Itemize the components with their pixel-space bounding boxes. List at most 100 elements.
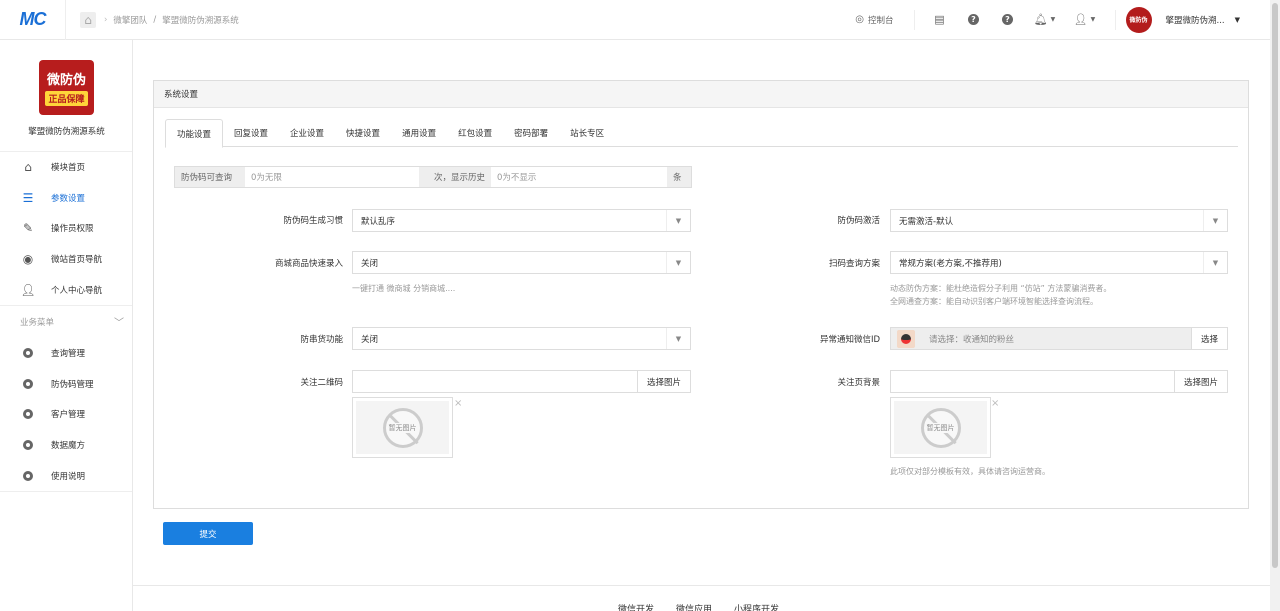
- qrcode-input[interactable]: [353, 371, 637, 392]
- bg-input[interactable]: [891, 371, 1174, 392]
- qrcode-select-image-button[interactable]: 选择图片: [636, 371, 690, 392]
- scan-plan-help-2: 全网通查方案：能自动识别客户端环境智能选择查询流程。: [890, 297, 1098, 306]
- avatar[interactable]: 微防伪: [1125, 6, 1152, 33]
- gear-icon: [21, 469, 35, 483]
- sidebar-item-codes[interactable]: 防伪码管理: [0, 369, 132, 400]
- bg-preview: 暂无图片: [890, 397, 991, 458]
- chevron-down-icon: ﹀: [114, 318, 124, 330]
- gear-icon: [21, 377, 35, 391]
- business-menu-header[interactable]: 业务菜单 ﹀: [0, 304, 132, 338]
- close-icon[interactable]: ×: [454, 398, 462, 409]
- sidebar-item-home[interactable]: ⌂ 模块首页: [0, 152, 132, 183]
- bell-icon[interactable]: 🔔︎ ▼: [1025, 13, 1065, 26]
- bg-label: 关注页背景: [837, 378, 880, 388]
- qrcode-field: 选择图片: [352, 370, 691, 393]
- footer-link-miniprogram[interactable]: 小程序开发: [734, 602, 779, 611]
- gear-icon: [21, 346, 35, 360]
- select-fan-button[interactable]: 选择: [1190, 328, 1227, 349]
- caret-down-icon: ▼: [1203, 210, 1227, 231]
- caret-down-icon[interactable]: ▼: [1235, 16, 1240, 24]
- app-logo[interactable]: MC: [0, 0, 66, 40]
- panel-title: 系统设置: [154, 81, 1248, 108]
- no-image-icon: 暂无图片: [382, 407, 423, 448]
- bg-select-image-button[interactable]: 选择图片: [1173, 371, 1227, 392]
- username[interactable]: 擎盟微防伪溯...: [1166, 14, 1225, 26]
- submit-button[interactable]: 提交: [163, 522, 253, 545]
- notify-openid-field: 请选择：收通知的粉丝 选择: [890, 327, 1228, 350]
- tab-shortcut[interactable]: 快捷设置: [335, 119, 391, 147]
- footer-link-wechat-dev[interactable]: 微信开发: [618, 602, 654, 611]
- no-image-icon: 暂无图片: [920, 407, 961, 448]
- quick-entry-help: 一键打通 微商城 分销商城....: [352, 284, 456, 293]
- query-count-input[interactable]: 0为无限: [245, 167, 419, 187]
- fan-avatar-icon: [897, 329, 915, 348]
- sidebar-menu: ⌂ 模块首页 ☰ 参数设置 ✎ 操作员权限 ◉ 微站首页导航 👤︎ 个人中心导航…: [0, 151, 132, 492]
- sidebar: 微防伪 正品保障 擎盟微防伪溯源系统 ⌂ 模块首页 ☰ 参数设置 ✎ 操作员权限…: [0, 40, 133, 611]
- notify-openid-label: 异常通知微信ID: [819, 335, 880, 345]
- caret-down-icon: ▼: [666, 328, 690, 349]
- close-icon[interactable]: ×: [991, 398, 999, 409]
- list-icon: ☰: [22, 190, 34, 205]
- tab-general[interactable]: 通用设置: [391, 119, 447, 147]
- quick-entry-label: 商城商品快速录入: [274, 259, 343, 269]
- sidebar-item-data-cube[interactable]: 数据魔方: [0, 430, 132, 461]
- brand-logo: 微防伪 正品保障: [39, 60, 94, 115]
- caret-down-icon: ▼: [666, 252, 690, 273]
- quick-entry-select[interactable]: 关闭 ▼: [352, 251, 691, 274]
- breadcrumb-team[interactable]: 微擎团队: [113, 14, 147, 26]
- scan-plan-select[interactable]: 常规方案(老方案,不推荐用) ▼: [890, 251, 1228, 274]
- history-count-input[interactable]: 0为不显示: [491, 167, 667, 187]
- divider: [1114, 9, 1116, 30]
- globe-icon: ◉: [22, 252, 34, 267]
- sidebar-item-query[interactable]: 查询管理: [0, 338, 132, 369]
- console-link[interactable]: ◎ 控制台: [845, 9, 915, 30]
- home-icon: ⌂: [24, 160, 32, 175]
- tab-password[interactable]: 密码部署: [503, 119, 559, 147]
- edit-icon: ✎: [22, 221, 34, 236]
- help-icon[interactable]: ?: [957, 14, 991, 25]
- sidebar-item-manual[interactable]: 使用说明: [0, 460, 132, 491]
- qrcode-preview: 暂无图片: [352, 397, 453, 458]
- bg-help: 此项仅对部分模板有效，具体请咨询运营商。: [890, 467, 1050, 476]
- sidebar-item-site-nav[interactable]: ◉ 微站首页导航: [0, 244, 132, 275]
- question-icon[interactable]: ?: [991, 14, 1025, 25]
- scroll-thumb[interactable]: [1272, 3, 1278, 568]
- footer: 微信开发 微信应用 小程序开发: [133, 585, 1270, 611]
- notify-openid-input[interactable]: 请选择：收通知的粉丝: [929, 333, 1014, 345]
- qrcode-label: 关注二维码: [300, 378, 343, 388]
- sidebar-item-user-nav[interactable]: 👤︎ 个人中心导航: [0, 274, 132, 305]
- scan-plan-help-1: 动态防伪方案：能杜绝造假分子利用 “仿站” 方法蒙骗消费者。: [890, 284, 1112, 293]
- tab-company[interactable]: 企业设置: [279, 119, 335, 147]
- query-limit-group: 防伪码可查询 0为无限 次，显示历史 0为不显示 条: [174, 166, 692, 188]
- tab-reply[interactable]: 回复设置: [223, 119, 279, 147]
- store-icon[interactable]: ▤: [923, 13, 957, 26]
- breadcrumb: › 微擎团队 / 擎盟微防伪溯源系统: [104, 14, 239, 26]
- bg-field: 选择图片: [890, 370, 1228, 393]
- chevron-right-icon: ›: [104, 14, 108, 25]
- tab-webmaster[interactable]: 站长专区: [559, 119, 615, 147]
- scan-plan-label: 扫码查询方案: [828, 259, 880, 269]
- activation-label: 防伪码激活: [837, 216, 880, 226]
- sidebar-item-operators[interactable]: ✎ 操作员权限: [0, 213, 132, 244]
- activation-select[interactable]: 无需激活-默认 ▼: [890, 209, 1228, 232]
- user-icon: 👤︎: [20, 282, 36, 297]
- scrollbar[interactable]: [1270, 0, 1280, 611]
- top-header: MC ⌂ › 微擎团队 / 擎盟微防伪溯源系统 ◎ 控制台 ▤ ? ? 🔔︎ ▼ …: [0, 0, 1270, 40]
- home-icon[interactable]: ⌂: [80, 11, 96, 28]
- sidebar-item-params[interactable]: ☰ 参数设置: [0, 183, 132, 214]
- sidebar-item-customers[interactable]: 客户管理: [0, 399, 132, 430]
- code-rule-select[interactable]: 默认乱序 ▼: [352, 209, 691, 232]
- tab-bar: 功能设置 回复设置 企业设置 快捷设置 通用设置 红包设置 密码部署 站长专区: [165, 119, 1238, 148]
- code-rule-label: 防伪码生成习惯: [283, 216, 343, 226]
- tab-function[interactable]: 功能设置: [165, 119, 224, 148]
- anti-channel-label: 防串货功能: [300, 335, 343, 345]
- user-menu-icon[interactable]: 👤︎ ▼: [1065, 13, 1105, 26]
- footer-link-wechat-apps[interactable]: 微信应用: [676, 602, 712, 611]
- breadcrumb-module[interactable]: 擎盟微防伪溯源系统: [162, 14, 239, 26]
- gear-icon: [21, 438, 35, 452]
- anti-channel-select[interactable]: 关闭 ▼: [352, 327, 691, 350]
- tab-redpacket[interactable]: 红包设置: [447, 119, 503, 147]
- gear-icon: [21, 407, 35, 421]
- brand-name: 擎盟微防伪溯源系统: [28, 127, 105, 137]
- dashboard-icon: ◎: [855, 14, 864, 25]
